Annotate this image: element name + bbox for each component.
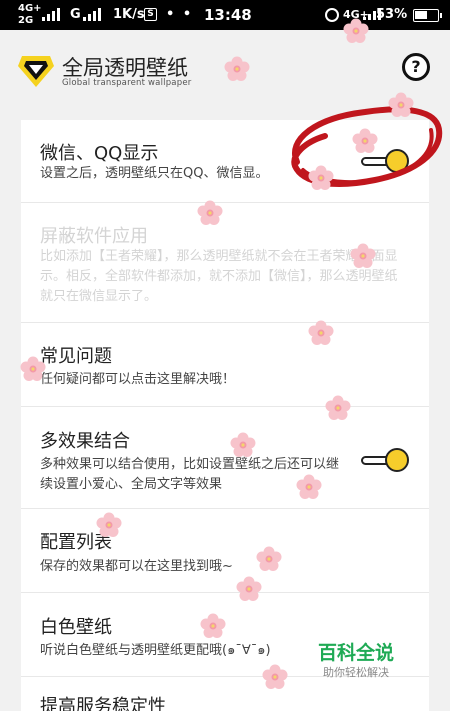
app-subtitle: Global transparent wallpaper [62,78,192,88]
item-description: 任何疑问都可以点击这里解决哦！ [40,372,236,387]
item-title: 白色壁纸 [40,617,112,638]
clock-time: 13:48 [204,6,252,24]
app-logo-icon [18,56,54,87]
item-title: 微信、QQ显示 [40,143,159,164]
watermark-title: 百科全说 [318,642,395,664]
sakura-petal-icon [308,165,334,190]
sakura-petal-icon [20,356,46,381]
s-notification-icon: S [144,8,157,21]
item-description: 听说白色壁纸与透明壁纸更配哦(๑¯∀¯๑) [40,643,271,658]
help-button[interactable]: ? [402,53,430,81]
sakura-petal-icon [230,432,256,457]
sakura-petal-icon [236,576,262,601]
toggle-knob [385,448,409,472]
sakura-petal-icon [262,664,288,689]
sakura-petal-icon [256,546,282,571]
list-item-config-list[interactable]: 配置列表 保存的效果都可以在这里找到哦~ [21,509,429,593]
sakura-petal-icon [96,512,122,537]
sakura-petal-icon [197,200,223,225]
multi-effect-toggle[interactable] [361,447,411,473]
watermark-subtitle: 助你轻松解决 [323,666,389,679]
item-title: 多效果结合 [40,431,130,452]
more-notifications-icon: • • [166,7,194,22]
sakura-petal-icon [388,92,414,117]
item-title: 常见问题 [40,346,112,367]
list-item-stability[interactable]: 提高服务稳定性 [21,677,429,711]
carrier-label: G [70,7,81,22]
network-type-indicator: 4G+ 2G [18,3,42,26]
item-title: 提高服务稳定性 [40,696,166,711]
alarm-icon [325,8,339,22]
signal-strength-icon [42,8,60,21]
battery-percentage: 53% [376,7,408,22]
sakura-petal-icon [200,613,226,638]
sakura-petal-icon [352,128,378,153]
sakura-petal-icon [224,56,250,81]
sakura-petal-icon [343,18,369,43]
sakura-petal-icon [308,320,334,345]
sakura-petal-icon [350,243,376,268]
sakura-petal-icon [325,395,351,420]
sakura-petal-icon [296,474,322,499]
list-item-multi-effect[interactable]: 多效果结合 多种效果可以结合使用，比如设置壁纸之后还可以继续设置小爱心、全局文字… [21,407,429,509]
battery-icon [413,9,442,22]
list-item-faq[interactable]: 常见问题 任何疑问都可以点击这里解决哦！ [21,323,429,407]
watermark: 百科全说 助你轻松解决 [318,642,394,680]
status-bar: 4G+ 2G G 1K/s S • • 13:48 4G+ 53% [0,0,450,30]
signal-strength-icon-2 [83,8,101,21]
item-title: 屏蔽软件应用 [40,226,148,247]
network-speed: 1K/s [113,7,145,22]
item-description: 保存的效果都可以在这里找到哦~ [40,559,233,574]
